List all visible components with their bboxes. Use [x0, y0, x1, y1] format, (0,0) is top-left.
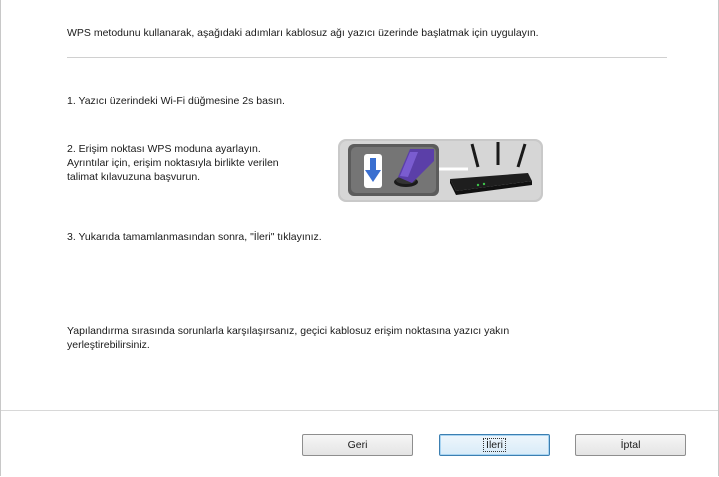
step-2-line-1: 2. Erişim noktası WPS moduna ayarlayın.: [67, 143, 261, 155]
step-1-text: 1. Yazıcı üzerindeki Wi-Fi düğmesine 2s …: [67, 95, 285, 107]
back-button[interactable]: Geri: [302, 434, 413, 456]
next-button[interactable]: İleri: [439, 434, 550, 456]
wps-router-illustration: [338, 139, 543, 202]
divider: [67, 57, 667, 58]
cancel-button-label: İptal: [620, 439, 641, 451]
wps-setup-dialog: WPS metodunu kullanarak, aşağıdaki adıml…: [0, 0, 719, 476]
step-2-line-2: Ayrıntılar için, erişim noktasıyla birli…: [67, 157, 279, 169]
back-button-label: Geri: [347, 439, 368, 451]
instruction-intro: WPS metodunu kullanarak, aşağıdaki adıml…: [67, 27, 539, 39]
step-2-text: 2. Erişim noktası WPS moduna ayarlayın. …: [67, 142, 307, 184]
step-3-text: 3. Yukarıda tamamlanmasından sonra, "İle…: [67, 231, 322, 243]
note-line-2: yerleştirebilirsiniz.: [67, 339, 150, 351]
step-2-line-3: talimat kılavuzuna başvurun.: [67, 171, 201, 183]
next-button-label: İleri: [483, 438, 506, 452]
cancel-button[interactable]: İptal: [575, 434, 686, 456]
down-arrow-icon: [364, 154, 382, 188]
button-bar: Geri İleri İptal: [1, 410, 718, 476]
note-line-1: Yapılandırma sırasında sorunlarla karşıl…: [67, 325, 510, 337]
troubleshooting-note: Yapılandırma sırasında sorunlarla karşıl…: [67, 324, 537, 352]
